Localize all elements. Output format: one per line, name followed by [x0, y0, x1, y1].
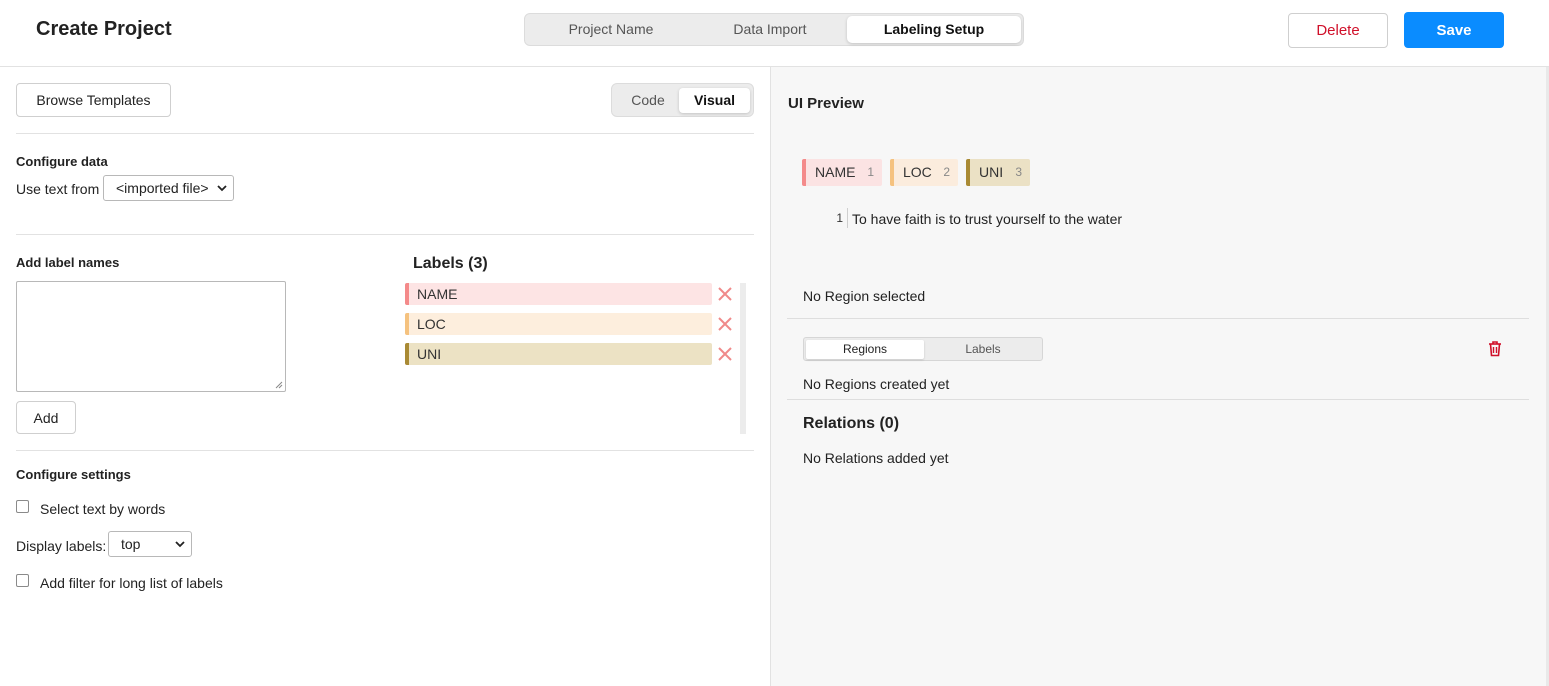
data-source-select[interactable]: <imported file> — [103, 175, 234, 201]
tab-project-name[interactable]: Project Name — [529, 16, 693, 43]
label-filter-checkbox[interactable] — [16, 574, 29, 587]
tab-regions[interactable]: Regions — [806, 340, 924, 359]
remove-label-icon[interactable] — [716, 285, 734, 303]
text-line[interactable]: To have faith is to trust yourself to th… — [852, 211, 1122, 227]
label-filter-label: Add filter for long list of labels — [40, 575, 223, 591]
no-region-selected: No Region selected — [803, 288, 926, 304]
chevron-down-icon — [217, 185, 227, 192]
preview-title: UI Preview — [788, 95, 864, 112]
chip-label: UNI — [979, 164, 1004, 180]
label-names-textarea[interactable] — [16, 281, 286, 392]
tab-data-import[interactable]: Data Import — [693, 16, 847, 43]
hotkey-badge: 3 — [1015, 165, 1022, 179]
relations-title: Relations (0) — [803, 415, 900, 432]
no-relations-text: No Relations added yet — [803, 450, 949, 466]
label-chip-uni[interactable]: UNI 3 — [966, 159, 1030, 186]
mode-visual[interactable]: Visual — [679, 88, 750, 113]
select-by-words-checkbox[interactable] — [16, 500, 29, 513]
step-switcher: Project Name Data Import Labeling Setup — [524, 13, 1024, 46]
configure-data-title: Configure data — [16, 154, 108, 169]
use-text-from-label: Use text from — [16, 181, 100, 197]
tab-labels[interactable]: Labels — [924, 340, 1042, 359]
mode-code[interactable]: Code — [618, 88, 678, 113]
labels-count-title: Labels (3) — [413, 255, 488, 272]
divider — [16, 133, 754, 134]
header: Create Project Project Name Data Import … — [0, 0, 1549, 67]
divider — [787, 318, 1529, 319]
divider — [787, 399, 1529, 400]
remove-label-icon[interactable] — [716, 315, 734, 333]
chevron-down-icon — [175, 541, 185, 548]
divider — [16, 450, 754, 451]
line-number: 1 — [836, 211, 843, 225]
divider — [16, 234, 754, 235]
config-panel: Browse Templates Code Visual Configure d… — [0, 67, 770, 686]
chip-label: NAME — [815, 164, 856, 180]
tab-labeling-setup[interactable]: Labeling Setup — [847, 16, 1021, 43]
label-chip-loc[interactable]: LOC 2 — [890, 159, 958, 186]
display-labels-value: top — [121, 536, 141, 552]
display-labels-label: Display labels: — [16, 538, 107, 554]
add-label-names-title: Add label names — [16, 255, 120, 270]
remove-label-icon[interactable] — [716, 345, 734, 363]
regions-labels-tabs: Regions Labels — [803, 337, 1043, 361]
data-source-value: <imported file> — [116, 180, 209, 196]
page-title: Create Project — [36, 18, 172, 40]
display-labels-select[interactable]: top — [108, 531, 192, 557]
label-chip-name[interactable]: NAME 1 — [802, 159, 882, 186]
label-item: LOC — [405, 313, 712, 335]
label-item: NAME — [405, 283, 712, 305]
preview-panel: UI Preview NAME 1 LOC 2 UNI 3 1 To have … — [770, 67, 1546, 686]
select-by-words-label: Select text by words — [40, 501, 166, 517]
hotkey-badge: 1 — [867, 165, 874, 179]
labels-scrollbar[interactable] — [740, 283, 746, 434]
add-label-button[interactable]: Add — [16, 401, 76, 434]
trash-icon[interactable] — [1487, 340, 1503, 357]
browse-templates-button[interactable]: Browse Templates — [16, 83, 171, 117]
resize-grip-icon[interactable] — [275, 381, 283, 389]
delete-button[interactable]: Delete — [1288, 13, 1388, 48]
chip-label: LOC — [903, 164, 932, 180]
hotkey-badge: 2 — [943, 165, 950, 179]
mode-toggle: Code Visual — [611, 83, 754, 117]
no-regions-text: No Regions created yet — [803, 376, 950, 392]
label-item: UNI — [405, 343, 712, 365]
line-gutter — [847, 208, 848, 228]
save-button[interactable]: Save — [1404, 12, 1504, 48]
configure-settings-title: Configure settings — [16, 467, 131, 482]
